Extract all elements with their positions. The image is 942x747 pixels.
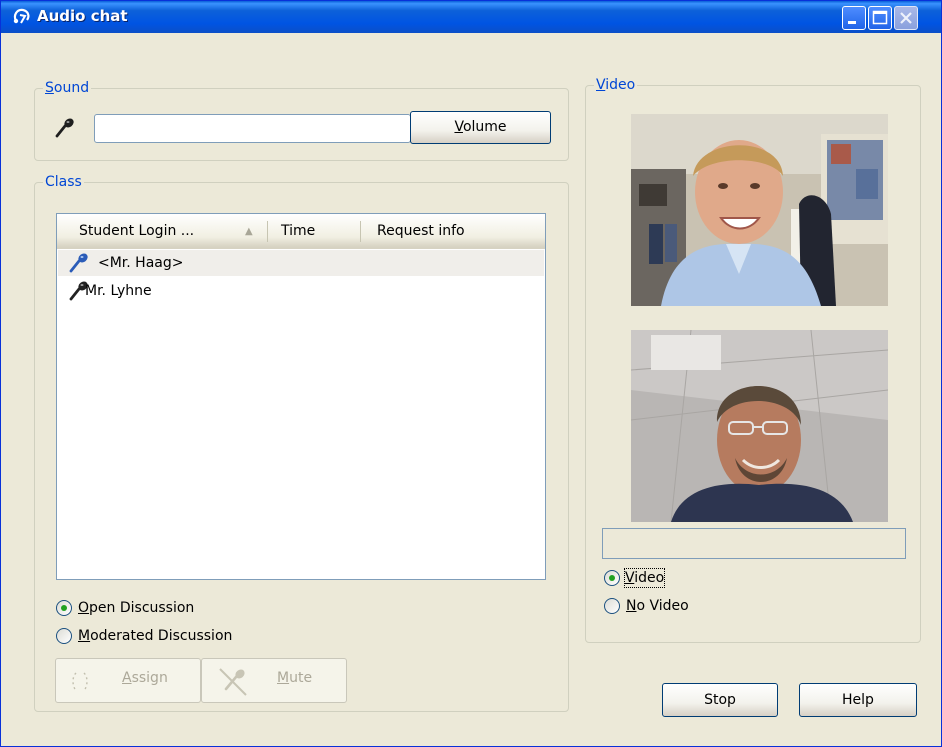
window-title: Audio chat bbox=[37, 7, 128, 25]
help-button[interactable]: Help bbox=[799, 683, 917, 717]
video-status-field bbox=[602, 528, 906, 559]
no-video-label[interactable]: No Video bbox=[626, 597, 689, 615]
class-group-label: Class bbox=[43, 174, 84, 190]
headset-icon bbox=[13, 8, 30, 24]
assign-button[interactable]: Assign bbox=[55, 658, 201, 703]
volume-button[interactable]: Volume bbox=[410, 111, 551, 144]
column-request-info[interactable]: Request info bbox=[355, 214, 545, 249]
mute-button[interactable]: Mute bbox=[201, 658, 347, 703]
moderated-discussion-label[interactable]: Moderated Discussion bbox=[78, 627, 232, 645]
maximize-button[interactable] bbox=[868, 6, 892, 30]
sort-ascending-icon: ▲ bbox=[245, 226, 253, 237]
list-header: Student Login ... ▲ Time Request info bbox=[57, 214, 545, 249]
stop-button[interactable]: Stop bbox=[662, 683, 778, 717]
list-item[interactable]: Mr. Lyhne bbox=[58, 278, 544, 304]
student-list[interactable]: Student Login ... ▲ Time Request info <M… bbox=[56, 213, 546, 580]
column-time[interactable]: Time bbox=[259, 214, 359, 249]
microphone-icon bbox=[69, 253, 88, 273]
audio-chat-window: Audio chat Sound Volume Class Student Lo… bbox=[0, 0, 942, 747]
video-feed-teacher bbox=[631, 114, 888, 306]
sound-group-label: Sound bbox=[43, 80, 92, 96]
video-on-label[interactable]: Video bbox=[623, 568, 666, 588]
open-discussion-label[interactable]: Open Discussion bbox=[78, 599, 194, 617]
mute-microphone-icon bbox=[219, 668, 247, 696]
no-video-radio[interactable] bbox=[604, 598, 620, 614]
list-item[interactable]: <Mr. Haag> bbox=[58, 250, 544, 276]
sound-level-field bbox=[94, 114, 411, 143]
minimize-icon bbox=[848, 21, 856, 24]
moderated-discussion-radio[interactable] bbox=[56, 628, 72, 644]
close-button[interactable] bbox=[894, 6, 918, 30]
title-bar[interactable]: Audio chat bbox=[1, 1, 941, 33]
assign-microphone-icon bbox=[72, 672, 88, 692]
mute-label: Mute bbox=[277, 670, 313, 686]
student-webcam-image bbox=[631, 330, 888, 522]
student-name: Mr. Lyhne bbox=[85, 283, 152, 299]
student-name: <Mr. Haag> bbox=[98, 255, 184, 271]
assign-label: Assign bbox=[122, 670, 168, 686]
open-discussion-radio[interactable] bbox=[56, 600, 72, 616]
video-group-label: Video bbox=[594, 77, 638, 93]
minimize-button[interactable] bbox=[842, 6, 866, 30]
teacher-webcam-image bbox=[631, 114, 888, 306]
microphone-icon bbox=[55, 118, 74, 138]
maximize-icon bbox=[872, 10, 888, 25]
video-feed-student bbox=[631, 330, 888, 522]
close-icon bbox=[900, 12, 912, 24]
column-student-login[interactable]: Student Login ... bbox=[57, 214, 267, 249]
video-on-radio[interactable] bbox=[604, 570, 620, 586]
